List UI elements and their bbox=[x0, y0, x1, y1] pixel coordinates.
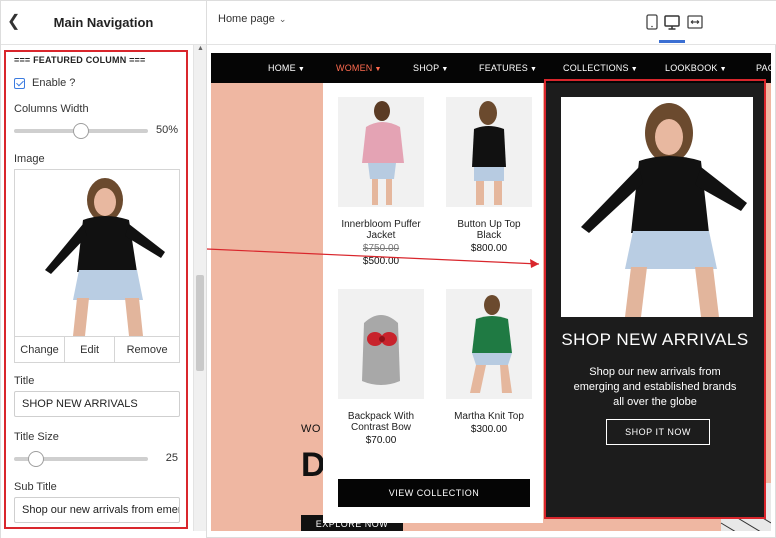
image-picker: Change Edit Remove bbox=[14, 169, 180, 363]
nav-item-women[interactable]: WOMEN ▼ bbox=[336, 63, 382, 73]
image-label: Image bbox=[14, 153, 45, 165]
chevron-down-icon: ▼ bbox=[630, 66, 638, 73]
responsive-icon[interactable] bbox=[686, 13, 704, 31]
hero-eyebrow: WO bbox=[301, 423, 321, 435]
nav-item-home[interactable]: HOME ▼ bbox=[268, 63, 305, 73]
editor-window: ❮ Main Navigation === FEATURED COLUMN ==… bbox=[0, 0, 776, 538]
subtitle-label: Sub Title bbox=[14, 481, 57, 493]
featured-column-settings: === FEATURED COLUMN === Enable ? Columns… bbox=[4, 50, 188, 529]
slider-handle[interactable] bbox=[28, 451, 44, 467]
enable-checkbox[interactable]: Enable ? bbox=[14, 77, 75, 89]
featured-highlight-box bbox=[544, 79, 766, 519]
product-price: $800.00 bbox=[470, 243, 508, 254]
columns-width-slider[interactable] bbox=[14, 123, 148, 139]
page-selector-label: Home page bbox=[218, 13, 275, 25]
title-size-slider[interactable] bbox=[14, 451, 148, 467]
nav-item-lookbook[interactable]: LOOKBOOK ▼ bbox=[665, 63, 727, 73]
product-image[interactable] bbox=[446, 97, 532, 207]
image-thumbnail bbox=[25, 172, 171, 336]
chevron-down-icon: ▼ bbox=[719, 66, 727, 73]
scrollbar-thumb[interactable] bbox=[196, 275, 204, 371]
active-device-indicator bbox=[659, 40, 685, 43]
image-actions: Change Edit Remove bbox=[15, 336, 179, 362]
product-price: $500.00 bbox=[362, 256, 400, 267]
product-image[interactable] bbox=[446, 289, 532, 399]
title-input[interactable]: SHOP NEW ARRIVALS bbox=[14, 391, 180, 417]
view-collection-button[interactable]: VIEW COLLECTION bbox=[338, 479, 530, 507]
columns-width-value: 50% bbox=[155, 124, 178, 136]
title-label: Title bbox=[14, 375, 35, 387]
chevron-down-icon: ▼ bbox=[297, 66, 305, 73]
mega-menu: Innerbloom Puffer Jacket $750.00 $500.00… bbox=[323, 83, 543, 523]
title-size-label: Title Size bbox=[14, 431, 59, 443]
edit-image-button[interactable]: Edit bbox=[65, 337, 116, 362]
remove-image-button[interactable]: Remove bbox=[115, 337, 179, 362]
product-card[interactable]: Martha Knit Top $300.00 bbox=[445, 289, 533, 435]
subtitle-input[interactable]: Shop our new arrivals from emer bbox=[14, 497, 180, 523]
page-selector[interactable]: Home page ⌄ bbox=[218, 13, 286, 25]
desktop-icon[interactable] bbox=[663, 13, 681, 31]
hero-heading: D bbox=[301, 446, 326, 484]
sidebar: ❮ Main Navigation === FEATURED COLUMN ==… bbox=[1, 1, 207, 538]
product-card[interactable]: Innerbloom Puffer Jacket $750.00 $500.00 bbox=[337, 97, 425, 267]
chevron-down-icon: ⌄ bbox=[278, 14, 287, 24]
checkbox-checked-icon[interactable] bbox=[14, 77, 25, 89]
back-icon[interactable]: ❮ bbox=[7, 13, 21, 31]
product-price: $300.00 bbox=[470, 424, 508, 435]
title-size-value: 25 bbox=[165, 452, 178, 464]
nav-item-pages[interactable]: PAG bbox=[756, 63, 771, 73]
enable-label: Enable ? bbox=[32, 77, 76, 89]
product-price: $70.00 bbox=[365, 435, 397, 446]
product-image[interactable] bbox=[338, 289, 424, 399]
section-title: === FEATURED COLUMN === bbox=[14, 55, 146, 65]
sidebar-header: ❮ Main Navigation bbox=[1, 1, 206, 45]
columns-width-label: Columns Width bbox=[14, 103, 89, 115]
nav-item-shop[interactable]: SHOP ▼ bbox=[413, 63, 448, 73]
product-name[interactable]: Backpack With Contrast Bow bbox=[337, 411, 425, 433]
slider-handle[interactable] bbox=[73, 123, 89, 139]
product-card[interactable]: Backpack With Contrast Bow $70.00 bbox=[337, 289, 425, 446]
topbar: Home page ⌄ bbox=[207, 1, 776, 45]
product-old-price: $750.00 bbox=[362, 243, 400, 254]
sidebar-scrollbar[interactable]: ▲ bbox=[193, 45, 206, 531]
product-name[interactable]: Button Up Top Black bbox=[445, 219, 533, 241]
product-name[interactable]: Innerbloom Puffer Jacket bbox=[337, 219, 425, 241]
sidebar-title: Main Navigation bbox=[53, 15, 154, 30]
nav-item-collections[interactable]: COLLECTIONS ▼ bbox=[563, 63, 638, 73]
chevron-down-icon: ▼ bbox=[441, 66, 449, 73]
chevron-down-icon: ▼ bbox=[529, 66, 538, 73]
scroll-up-icon[interactable]: ▲ bbox=[194, 45, 207, 57]
product-name[interactable]: Martha Knit Top bbox=[445, 411, 533, 422]
change-image-button[interactable]: Change bbox=[15, 337, 66, 362]
nav-item-features[interactable]: FEATURES ▼ bbox=[479, 63, 537, 73]
chevron-down-icon: ▼ bbox=[374, 66, 382, 73]
product-image[interactable] bbox=[338, 97, 424, 207]
product-card[interactable]: Button Up Top Black $800.00 bbox=[445, 97, 533, 254]
tablet-icon[interactable] bbox=[643, 13, 661, 31]
